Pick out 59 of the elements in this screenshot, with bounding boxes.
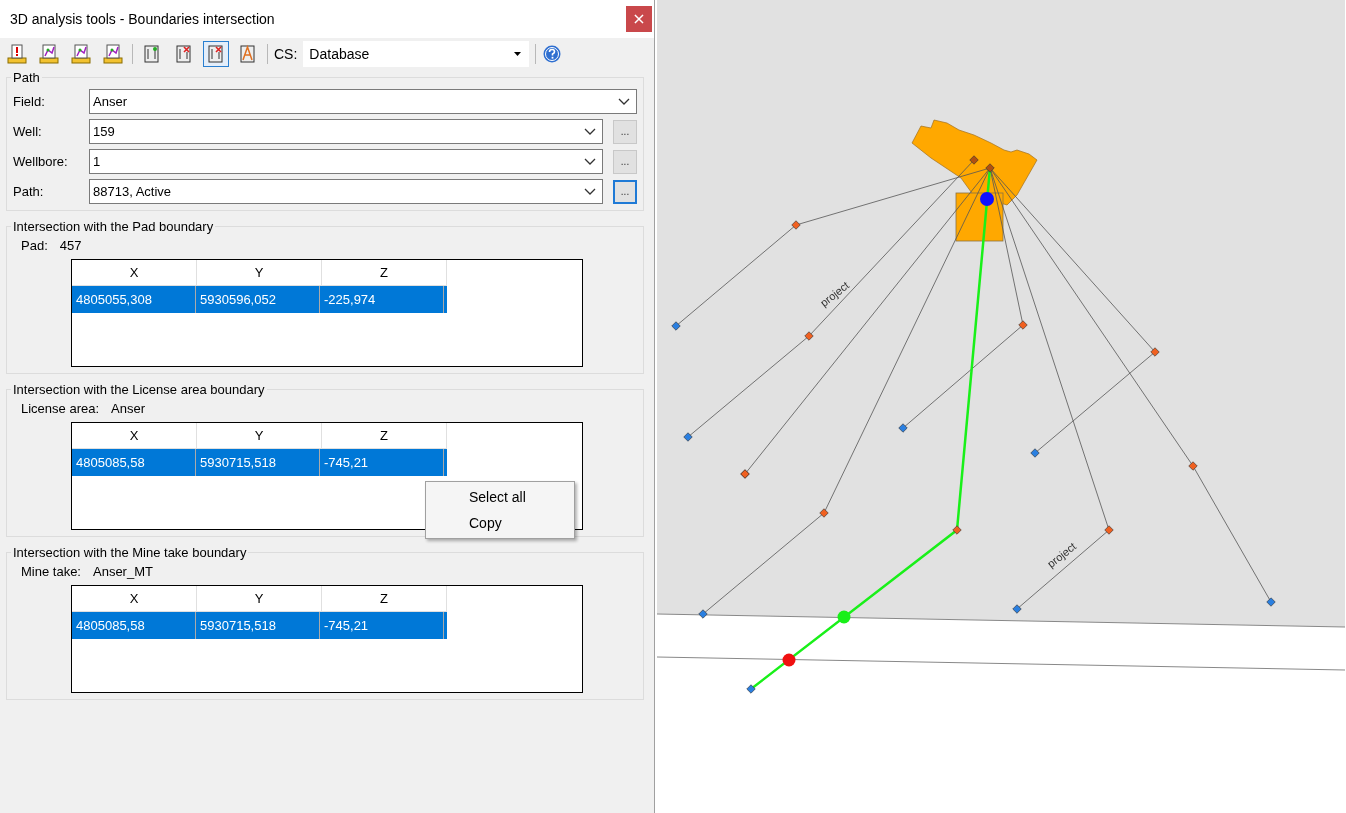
group-title: Path (12, 70, 41, 85)
table-cell: -745,21 (320, 449, 444, 476)
browse-button[interactable]: ... (613, 119, 637, 144)
chevron-down-icon (618, 98, 630, 105)
table-cell: 5930715,518 (196, 449, 320, 476)
toolbar-button[interactable] (4, 41, 30, 67)
group-title: Intersection with the Mine take boundary (12, 545, 248, 560)
page-cross-icon (206, 44, 226, 64)
close-button[interactable]: × (626, 6, 652, 32)
dropdown-field[interactable]: 159 (89, 119, 603, 144)
info-value: Anser (111, 401, 146, 416)
cs-dropdown[interactable]: Database (303, 41, 530, 67)
table-row[interactable]: 4805055,308 5930596,052 -225,974 (72, 286, 447, 313)
field-label: Wellbore: (12, 154, 69, 169)
table-cell: 5930596,052 (196, 286, 320, 313)
page-letter-icon (238, 44, 258, 64)
help-icon (543, 45, 562, 63)
toolbar-button[interactable] (203, 41, 229, 67)
cs-label: CS: (274, 46, 298, 62)
table-cell: 4805085,58 (72, 449, 196, 476)
page-marker-icon (142, 44, 162, 64)
toolbar-button[interactable] (36, 41, 62, 67)
table-row[interactable]: 4805085,58 5930715,518 -745,21 (72, 449, 447, 476)
table-cell: 4805055,308 (72, 286, 196, 313)
info-label: License area: (21, 401, 100, 416)
help-button[interactable] (542, 44, 563, 64)
group-title: Intersection with the Pad boundary (12, 219, 215, 234)
ruler-warning-icon (7, 44, 27, 64)
chevron-down-icon (584, 128, 596, 135)
dropdown-field[interactable]: 88713, Active (89, 179, 603, 204)
chevron-down-icon (584, 158, 596, 165)
dropdown-arrow-icon (514, 52, 522, 56)
ruler-graph-icon (71, 44, 91, 64)
dropdown-field[interactable]: Anser (89, 89, 637, 114)
info-value: 457 (59, 238, 82, 253)
ruler-graph-icon (103, 44, 123, 64)
table-cell: 5930715,518 (196, 612, 320, 639)
field-label: Well: (12, 124, 43, 139)
ruler-graph-icon (39, 44, 59, 64)
field-label: Field: (12, 94, 46, 109)
toolbar-button[interactable] (68, 41, 94, 67)
field-label: Path: (12, 184, 45, 199)
table-cell: -225,974 (320, 286, 444, 313)
info-value: Anser_MT (93, 564, 153, 579)
table-cell: 4805085,58 (72, 612, 196, 639)
browse-button[interactable]: ... (613, 179, 637, 204)
window-title: 3D analysis tools - Boundaries intersection (10, 11, 275, 27)
table-row[interactable]: 4805085,58 5930715,518 -745,21 (72, 612, 447, 639)
info-label: Mine take: (21, 564, 81, 579)
menu-item[interactable]: Select all (426, 484, 574, 510)
browse-button[interactable]: ... (613, 149, 637, 174)
dropdown-field[interactable]: 1 (89, 149, 603, 174)
table-cell: -745,21 (320, 612, 444, 639)
chevron-down-icon (584, 188, 596, 195)
info-label: Pad: (21, 238, 48, 253)
menu-item[interactable]: Copy (426, 510, 574, 536)
toolbar-button[interactable] (100, 41, 126, 67)
page-cross-icon (174, 44, 194, 64)
group-title: Intersection with the License area boundary (12, 382, 266, 397)
